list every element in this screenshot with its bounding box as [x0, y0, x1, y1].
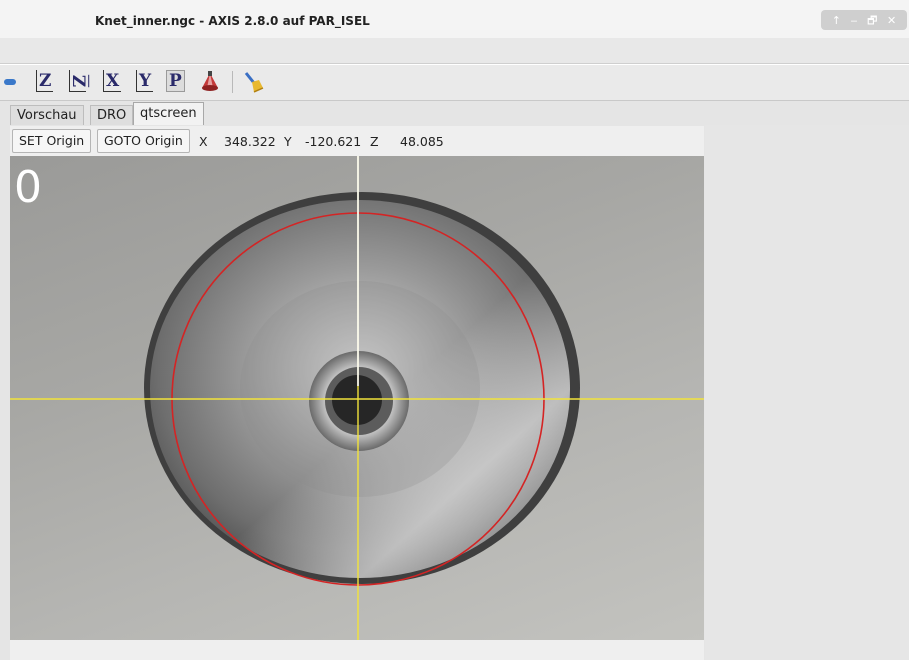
origin-bar: SET Origin GOTO Origin X 348.322 Y -120.… [10, 126, 704, 156]
x-label: X [199, 134, 208, 149]
z-label: Z [370, 134, 379, 149]
title-bar: Knet_inner.ngc - AXIS 2.8.0 auf PAR_ISEL… [0, 0, 909, 38]
minimize-icon[interactable]: ‒ [851, 15, 858, 26]
clear-plot-brush-icon[interactable] [241, 70, 267, 94]
window-title: Knet_inner.ngc - AXIS 2.8.0 auf PAR_ISEL [95, 14, 370, 28]
right-panel [705, 125, 909, 660]
z-value: 48.085 [400, 134, 444, 149]
tab-qtscreen[interactable]: qtscreen [133, 102, 204, 126]
y-label: Y [284, 134, 292, 149]
view-x-button[interactable]: X [103, 70, 122, 92]
window-controls: ↑ ‒ 🗗 ✕ [821, 10, 907, 30]
x-value: 348.322 [224, 134, 276, 149]
tool-cone-icon[interactable] [198, 70, 222, 94]
view-z-rotated-button[interactable]: Z [68, 70, 89, 92]
keep-above-icon[interactable]: ↑ [832, 15, 841, 26]
goto-origin-button[interactable]: GOTO Origin [97, 129, 190, 153]
toolbar-separator [232, 71, 233, 93]
tab-vorschau[interactable]: Vorschau [10, 105, 84, 125]
view-z-rotated-label: Z [68, 74, 89, 87]
view-z-button[interactable]: Z [36, 70, 54, 92]
menu-bar [0, 38, 909, 64]
maximize-icon[interactable]: 🗗 [867, 15, 877, 26]
view-p-button[interactable]: P [166, 70, 185, 92]
toolbar: Z Z X Y P [0, 65, 909, 101]
y-value: -120.621 [305, 134, 362, 149]
view-y-button[interactable]: Y [136, 70, 154, 92]
camera-image [10, 156, 704, 640]
status-strip [10, 640, 704, 660]
set-origin-button[interactable]: SET Origin [12, 129, 92, 153]
frame-label: 0 [14, 162, 42, 213]
tab-bar: Vorschau DRO qtscreen [0, 101, 909, 126]
close-icon[interactable]: ✕ [887, 15, 896, 26]
camera-view[interactable]: 0 [10, 156, 704, 640]
tab-dro[interactable]: DRO [90, 105, 134, 125]
stop-bar-icon[interactable] [4, 70, 16, 94]
